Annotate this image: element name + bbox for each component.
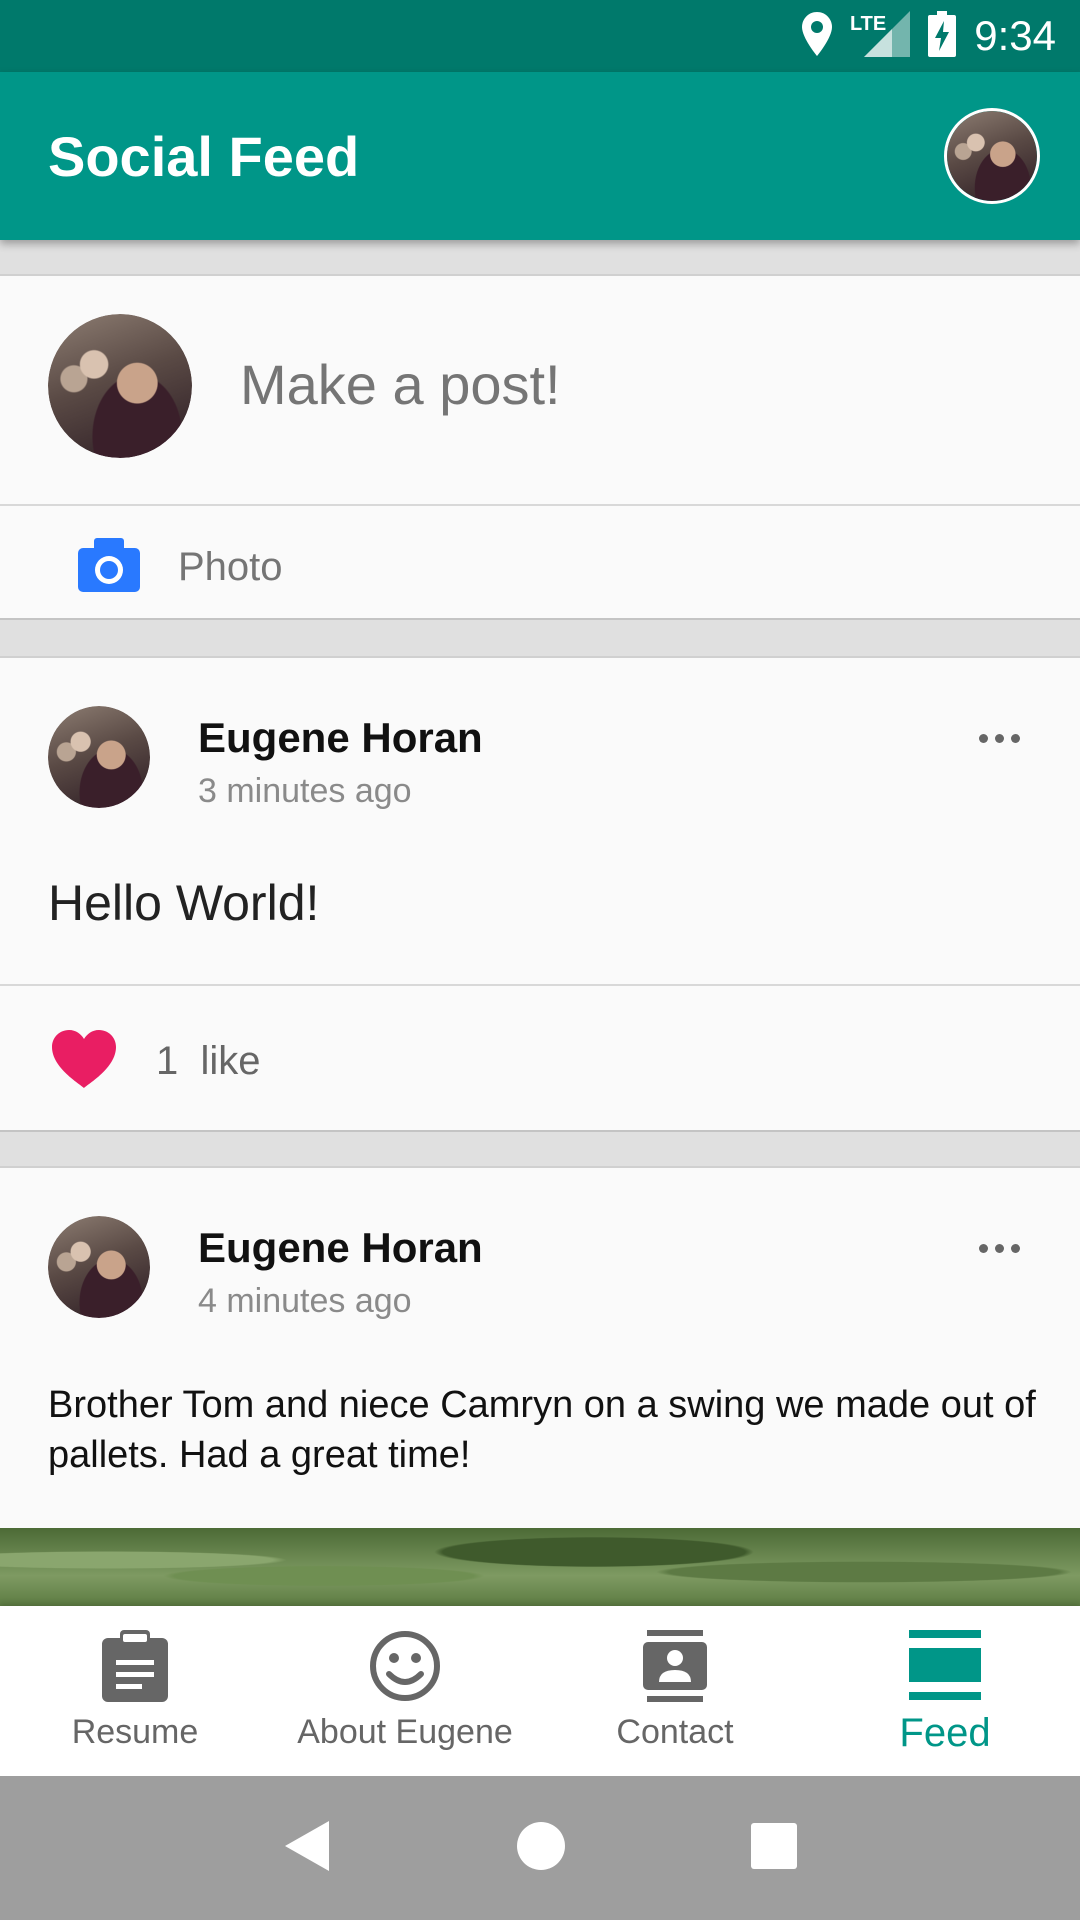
battery-charging-icon	[928, 10, 957, 62]
photo-button[interactable]: Photo	[78, 538, 283, 597]
post-author[interactable]: Eugene Horan	[198, 714, 483, 762]
status-bar: LTE 9:34	[0, 0, 1080, 72]
nav-label: Resume	[71, 1713, 199, 1751]
network-type: LTE	[849, 12, 887, 35]
post-body: Brother Tom and niece Camryn on a swing …	[48, 1384, 1036, 1476]
app-bar: Social Feed	[0, 72, 1080, 240]
clipboard-icon	[102, 1630, 168, 1707]
heart-icon[interactable]	[52, 1030, 116, 1093]
post-body: Hello World!	[48, 875, 320, 931]
contact-card-icon	[643, 1630, 707, 1707]
like-count: 1 like	[156, 1039, 261, 1083]
smiley-icon	[369, 1630, 441, 1707]
post-timestamp: 3 minutes ago	[198, 772, 412, 810]
divider	[0, 504, 1080, 506]
photo-label: Photo	[178, 545, 283, 589]
nav-item-feed[interactable]: Feed	[810, 1606, 1080, 1776]
home-icon[interactable]	[516, 1821, 566, 1876]
back-icon[interactable]	[283, 1819, 331, 1878]
system-navigation-bar	[0, 1776, 1080, 1920]
nav-label: About Eugene	[297, 1713, 513, 1751]
bottom-navigation: Resume About Eugene Contact Feed	[0, 1606, 1080, 1776]
post-photo[interactable]	[0, 1528, 1080, 1608]
avatar[interactable]	[48, 1216, 150, 1318]
camera-icon	[78, 538, 140, 597]
more-options-icon[interactable]	[979, 734, 1020, 743]
post-timestamp: 4 minutes ago	[198, 1282, 412, 1320]
avatar	[48, 314, 192, 458]
nav-item-about[interactable]: About Eugene	[270, 1606, 540, 1776]
location-icon	[801, 11, 832, 61]
clock: 9:34	[974, 12, 1056, 59]
profile-avatar[interactable]	[944, 108, 1040, 204]
compose-card: Make a post! Photo	[0, 274, 1080, 620]
nav-label: Contact	[616, 1713, 734, 1751]
more-options-icon[interactable]	[979, 1244, 1020, 1253]
recents-icon[interactable]	[751, 1822, 798, 1874]
nav-label: Feed	[899, 1711, 991, 1755]
post-author[interactable]: Eugene Horan	[198, 1224, 483, 1272]
feed-icon	[909, 1630, 981, 1705]
post-card: Eugene Horan 3 minutes ago Hello World! …	[0, 656, 1080, 1132]
avatar[interactable]	[48, 706, 150, 808]
like-row: 1 like	[52, 1030, 261, 1093]
compose-input[interactable]: Make a post!	[240, 352, 561, 417]
page-title: Social Feed	[48, 125, 360, 188]
post-card: Eugene Horan 4 minutes ago Brother Tom a…	[0, 1166, 1080, 1608]
divider	[0, 984, 1080, 986]
nav-item-resume[interactable]: Resume	[0, 1606, 270, 1776]
nav-item-contact[interactable]: Contact	[540, 1606, 810, 1776]
